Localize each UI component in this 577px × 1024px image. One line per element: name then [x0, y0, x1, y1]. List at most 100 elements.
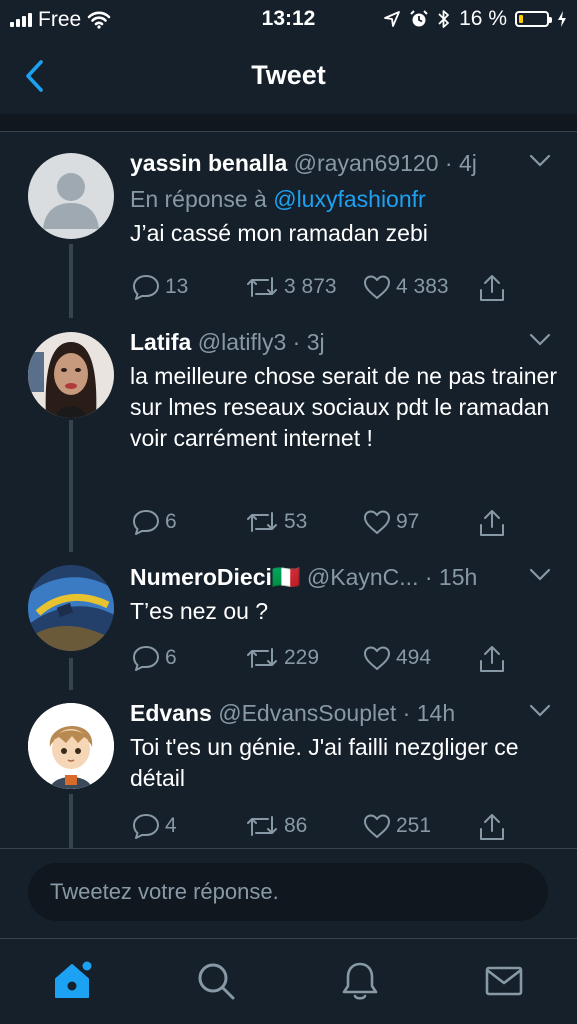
share-button[interactable]: [478, 644, 506, 674]
retweet-count: 86: [284, 814, 308, 837]
notifications-bell-icon[interactable]: [338, 959, 382, 1003]
avatar[interactable]: [28, 565, 114, 651]
chevron-down-icon[interactable]: [529, 704, 551, 718]
separator-dot: ·: [438, 150, 459, 176]
tweet-text: la meilleure chose serait de ne pas trai…: [130, 363, 558, 451]
battery-icon: [515, 11, 552, 27]
reply-icon: [133, 814, 159, 839]
heart-icon: [364, 814, 390, 838]
user-name[interactable]: NumeroDieci: [130, 564, 272, 590]
retweet-icon: [247, 512, 277, 532]
retweet-button[interactable]: 3 873: [244, 273, 337, 301]
user-handle: @EdvansSouplet: [218, 700, 397, 726]
user-handle: @latifly3: [197, 329, 287, 355]
reply-button[interactable]: 13: [131, 273, 188, 301]
tweet-time: 15h: [438, 564, 478, 590]
reply-input[interactable]: [28, 863, 548, 921]
messages-envelope-icon[interactable]: [482, 959, 526, 1003]
avatar[interactable]: [28, 332, 114, 418]
heart-icon: [364, 646, 390, 670]
user-name[interactable]: yassin benalla: [130, 150, 287, 176]
reply-count: 6: [165, 646, 177, 669]
default-avatar-icon: [43, 173, 99, 229]
tweet-text: J’ai cassé mon ramadan zebi: [130, 220, 428, 246]
like-button[interactable]: 97: [362, 508, 419, 536]
share-button[interactable]: [478, 273, 506, 303]
like-button[interactable]: 251: [362, 812, 431, 840]
tweet-text: Toi t'es un génie. J'ai failli nezgliger…: [130, 734, 519, 791]
share-button[interactable]: [478, 812, 506, 842]
user-photo: [28, 332, 114, 418]
reply-count: 6: [165, 510, 177, 533]
retweet-icon: [247, 648, 277, 668]
like-count: 4 383: [396, 275, 449, 298]
tweet-content: Edvans @EdvansSouplet · 14h Toi t'es un …: [130, 698, 557, 794]
tweet-content: yassin benalla @rayan69120 · 4j En répon…: [130, 148, 557, 249]
alarm-icon: [410, 10, 428, 27]
avatar[interactable]: [28, 703, 114, 789]
tweet-content: Latifa @latifly3 · 3j la meilleure chose…: [130, 327, 557, 454]
separator-dot: ·: [286, 329, 307, 355]
retweet-button[interactable]: 86: [244, 812, 307, 840]
retweet-button[interactable]: 229: [244, 644, 319, 672]
retweet-count: 53: [284, 510, 308, 533]
user-name[interactable]: Latifa: [130, 329, 191, 355]
reply-icon: [133, 275, 159, 300]
reply-button[interactable]: 6: [131, 508, 177, 536]
avatar[interactable]: [28, 153, 114, 239]
navigation-bar: Tweet: [0, 40, 577, 114]
like-count: 494: [396, 646, 432, 669]
reply-button[interactable]: 6: [131, 644, 177, 672]
reply-button[interactable]: 4: [131, 812, 177, 840]
heart-icon: [364, 275, 390, 299]
reply-count: 4: [165, 814, 177, 837]
like-count: 97: [396, 510, 420, 533]
tweet-header: NumeroDieci🇮🇹 @KaynC... · 15h: [130, 562, 557, 592]
share-icon: [480, 275, 504, 301]
tweet-actions: 4 86 251: [0, 812, 577, 842]
retweet-count: 229: [284, 646, 320, 669]
like-button[interactable]: 494: [362, 644, 431, 672]
user-name[interactable]: Edvans: [130, 700, 212, 726]
header-divider: [0, 114, 577, 132]
location-arrow-icon: [384, 11, 401, 27]
tweet-header: yassin benalla @rayan69120 · 4j: [130, 148, 557, 178]
tweet-header: Latifa @latifly3 · 3j: [130, 327, 557, 357]
heart-icon: [364, 510, 390, 534]
tweet-time: 3j: [306, 329, 325, 355]
retweet-icon: [247, 277, 277, 297]
tweet-item[interactable]: Latifa @latifly3 · 3j la meilleure chose…: [0, 327, 577, 549]
tweet-actions: 13 3 873 4 383: [0, 273, 577, 303]
retweet-button[interactable]: 53: [244, 508, 307, 536]
search-icon[interactable]: [194, 959, 238, 1003]
reply-prefix: En réponse à: [130, 186, 267, 212]
share-icon: [480, 814, 504, 840]
retweet-icon: [247, 816, 277, 836]
chevron-down-icon[interactable]: [529, 154, 551, 168]
battery-percent: 16 %: [459, 7, 507, 30]
tweet-text: T’es nez ou ?: [130, 598, 269, 624]
tweet-time: 4j: [458, 150, 477, 176]
home-icon[interactable]: [50, 959, 94, 1003]
chevron-down-icon[interactable]: [529, 568, 551, 582]
tweet-header: Edvans @EdvansSouplet · 14h: [130, 698, 557, 728]
separator-dot: ·: [396, 700, 417, 726]
user-photo: [28, 565, 114, 651]
chevron-down-icon[interactable]: [529, 333, 551, 347]
cartoon-avatar-icon: [28, 703, 114, 789]
retweet-count: 3 873: [284, 275, 337, 298]
share-icon: [480, 510, 504, 536]
tweet-item[interactable]: Edvans @EdvansSouplet · 14h Toi t'es un …: [0, 698, 577, 848]
charging-bolt-icon: [558, 11, 566, 27]
tab-bar: [0, 938, 577, 1024]
reply-composer: [0, 848, 577, 938]
like-button[interactable]: 4 383: [362, 273, 449, 301]
share-button[interactable]: [478, 508, 506, 538]
user-handle: @KaynC...: [306, 564, 419, 590]
like-count: 251: [396, 814, 432, 837]
tweet-item[interactable]: yassin benalla @rayan69120 · 4j En répon…: [0, 148, 577, 318]
reply-mention-link[interactable]: @luxyfashionfr: [273, 186, 425, 212]
tweet-item[interactable]: NumeroDieci🇮🇹 @KaynC... · 15h T’es nez o…: [0, 562, 577, 680]
reply-icon: [133, 646, 159, 671]
share-icon: [480, 646, 504, 672]
